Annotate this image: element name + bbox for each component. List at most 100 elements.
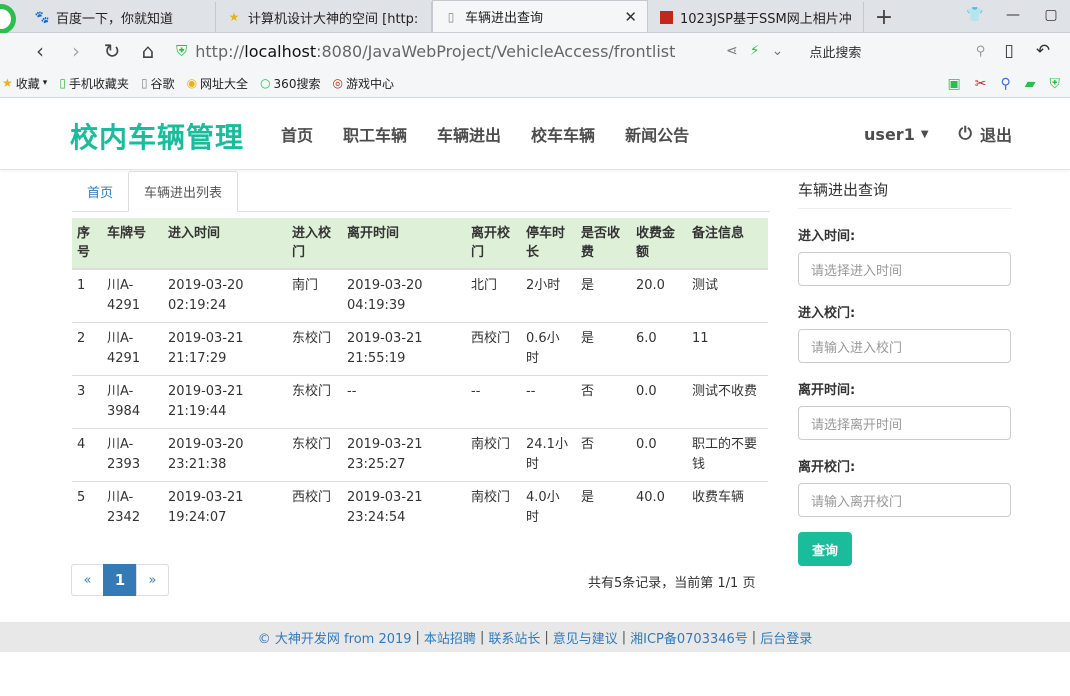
bookmark-360search[interactable]: ○ 360搜索 xyxy=(260,75,320,92)
reload-icon[interactable]: ↻ xyxy=(94,36,130,66)
table-cell: 0.6小时 xyxy=(521,322,576,376)
user-menu[interactable]: user1 xyxy=(864,125,915,144)
table-cell: 东校门 xyxy=(287,375,342,429)
footer-admin-link[interactable]: 后台登录 xyxy=(760,628,812,647)
url-path: :8080/JavaWebProject/VehicleAccess/front… xyxy=(316,41,676,61)
close-tab-icon[interactable]: ✕ xyxy=(624,8,637,26)
exit-gate-input[interactable]: 请输入离开校门 xyxy=(798,483,1011,517)
table-cell: 2小时 xyxy=(521,268,576,323)
footer-contact-link[interactable]: 联系站长 xyxy=(488,628,540,647)
nav-home[interactable]: 首页 xyxy=(266,122,328,146)
table-cell: 是 xyxy=(576,268,631,323)
skin-icon[interactable]: 👕 xyxy=(956,0,994,30)
maximize-icon[interactable]: ▢ xyxy=(1032,0,1070,30)
table-cell: 职工的不要钱 xyxy=(687,428,768,482)
site-footer: © 大神开发网 from 2019 | 本站招聘 | 联系站长 | 意见与建议 | 湘I… xyxy=(0,622,1070,652)
prev-page-button[interactable]: « xyxy=(71,564,104,596)
lightning-icon[interactable]: ⚡ xyxy=(750,43,760,59)
exit-time-input[interactable]: 请选择离开时间 xyxy=(798,406,1011,440)
browser-tab-active[interactable]: ▯ 车辆进出查询 ✕ xyxy=(432,0,648,32)
table-cell: 川A-4291 xyxy=(102,268,163,323)
bookmark-label: 网址大全 xyxy=(200,76,249,91)
col-header: 停车时长 xyxy=(521,218,576,270)
entry-gate-input[interactable]: 请输入进入校门 xyxy=(798,329,1011,363)
footer-jobs-link[interactable]: 本站招聘 xyxy=(424,628,476,647)
share-icon[interactable]: ⋖ xyxy=(726,43,738,59)
site-brand[interactable]: 校内车辆管理 xyxy=(70,116,244,156)
tab-access-list[interactable]: 车辆进出列表 xyxy=(128,171,239,212)
phone-icon[interactable]: ▯ xyxy=(992,41,1026,61)
table-cell: 11 xyxy=(687,322,768,376)
search-icon[interactable]: ⚲ xyxy=(976,44,986,59)
footer-separator: | xyxy=(415,629,420,645)
url-field[interactable]: ⛨ http://localhost:8080/JavaWebProject/V… xyxy=(176,37,706,65)
chevron-down-icon: ▾ xyxy=(42,78,48,88)
browser-tab[interactable]: ★ 计算机设计大神的空间 [http: xyxy=(216,2,432,32)
bookmark-favorites[interactable]: ★ 收藏 ▾ xyxy=(2,75,47,92)
translate-icon[interactable]: ▣ xyxy=(947,76,960,92)
table-row: 2 川A-4291 2019-03-21 21:17:29 东校门 2019-03-21… xyxy=(72,322,768,376)
globe-icon: ◉ xyxy=(186,76,198,90)
tab-home[interactable]: 首页 xyxy=(72,172,128,211)
footer-icp-link[interactable]: 湘ICP备0703346号 xyxy=(630,628,748,647)
bookmark-label: 手机收藏夹 xyxy=(68,76,129,91)
circle-icon: ○ xyxy=(260,76,271,90)
table-cell: 2 xyxy=(72,322,102,376)
browser-tab-label: 1023JSP基于SSM网上相片冲 xyxy=(680,11,852,27)
next-page-button[interactable]: » xyxy=(136,564,169,596)
table-cell: 测试 xyxy=(687,268,768,323)
table-cell: 2019-03-20 02:19:24 xyxy=(163,268,287,323)
browser-tab[interactable]: 1023JSP基于SSM网上相片冲 xyxy=(648,2,864,32)
caret-down-icon[interactable]: ▼ xyxy=(921,129,929,140)
nav-vehicle-access[interactable]: 车辆进出 xyxy=(422,122,516,146)
shield-icon[interactable]: ⛨ xyxy=(1050,76,1061,92)
browser-tab[interactable]: 🐾 百度一下，你就知道 xyxy=(0,2,216,32)
bookmark-mobile[interactable]: ▯ 手机收藏夹 xyxy=(59,75,129,92)
search-box[interactable]: 点此搜索 ⚲ xyxy=(803,38,991,64)
table-header-row: 序号 车牌号 进入时间 进入校门 离开时间 离开校门 停车时长 是否收费 收费金… xyxy=(72,218,768,270)
nav-news[interactable]: 新闻公告 xyxy=(610,122,704,146)
footer-feedback-link[interactable]: 意见与建议 xyxy=(553,628,618,647)
current-page-button[interactable]: 1 xyxy=(103,564,137,596)
col-header: 离开校门 xyxy=(466,218,521,270)
query-button[interactable]: 查询 xyxy=(798,532,852,566)
table-cell: 南校门 xyxy=(466,481,521,534)
nav-school-bus[interactable]: 校车车辆 xyxy=(516,122,610,146)
scissors-icon[interactable]: ✂ xyxy=(975,76,987,92)
logout-link[interactable]: 退出 xyxy=(980,122,1012,146)
minimize-icon[interactable]: — xyxy=(994,0,1032,30)
entry-time-input[interactable]: 请选择进入时间 xyxy=(798,252,1011,286)
power-icon[interactable]: ⏻ xyxy=(959,124,972,144)
back-icon[interactable]: ‹ xyxy=(22,36,58,66)
table-cell: 否 xyxy=(576,428,631,482)
table-cell: 24.1小时 xyxy=(521,428,576,482)
table-cell: 0.0 xyxy=(631,428,687,482)
bookmark-sites[interactable]: ◉ 网址大全 xyxy=(187,75,249,92)
col-header: 进入校门 xyxy=(287,218,342,270)
table-cell: 西校门 xyxy=(287,481,342,534)
new-tab-button[interactable]: + xyxy=(864,2,904,32)
extensions-area: ▣ ✂ ⚲ ▰ ⛨ xyxy=(933,69,1060,98)
bookmark-games[interactable]: ◎ 游戏中心 xyxy=(332,75,394,92)
page-info: 共有5条记录，当前第 1/1 页 xyxy=(588,576,756,591)
chevron-down-icon[interactable]: ⌄ xyxy=(772,43,784,59)
table-cell: 2019-03-21 21:55:19 xyxy=(342,322,466,376)
search-sidebar: 车辆进出查询 进入时间: 请选择进入时间 进入校门: 请输入进入校门 离开时间:… xyxy=(798,170,1012,566)
shield-icon: ⛨ xyxy=(176,42,188,60)
bookmark-google[interactable]: ▯ 谷歌 xyxy=(141,75,175,92)
bookmark-label: 谷歌 xyxy=(150,76,175,91)
table-cell: 4.0小时 xyxy=(521,481,576,534)
next-icon[interactable]: › xyxy=(58,36,94,66)
phone-icon: ▯ xyxy=(59,76,66,90)
footer-copyright[interactable]: © 大神开发网 from 2019 xyxy=(258,628,412,647)
star-icon: ★ xyxy=(228,10,240,24)
home-icon[interactable]: ⌂ xyxy=(130,36,166,66)
col-header: 进入时间 xyxy=(163,218,287,270)
nav-staff-vehicles[interactable]: 职工车辆 xyxy=(328,122,422,146)
magnifier-icon[interactable]: ⚲ xyxy=(1000,76,1010,92)
gamepad-icon[interactable]: ▰ xyxy=(1025,76,1036,92)
undo-icon[interactable]: ↶ xyxy=(1026,41,1060,61)
footer-separator: | xyxy=(544,629,549,645)
red-square-icon xyxy=(658,9,674,25)
browser-tab-label: 计算机设计大神的空间 [http: xyxy=(248,11,419,27)
